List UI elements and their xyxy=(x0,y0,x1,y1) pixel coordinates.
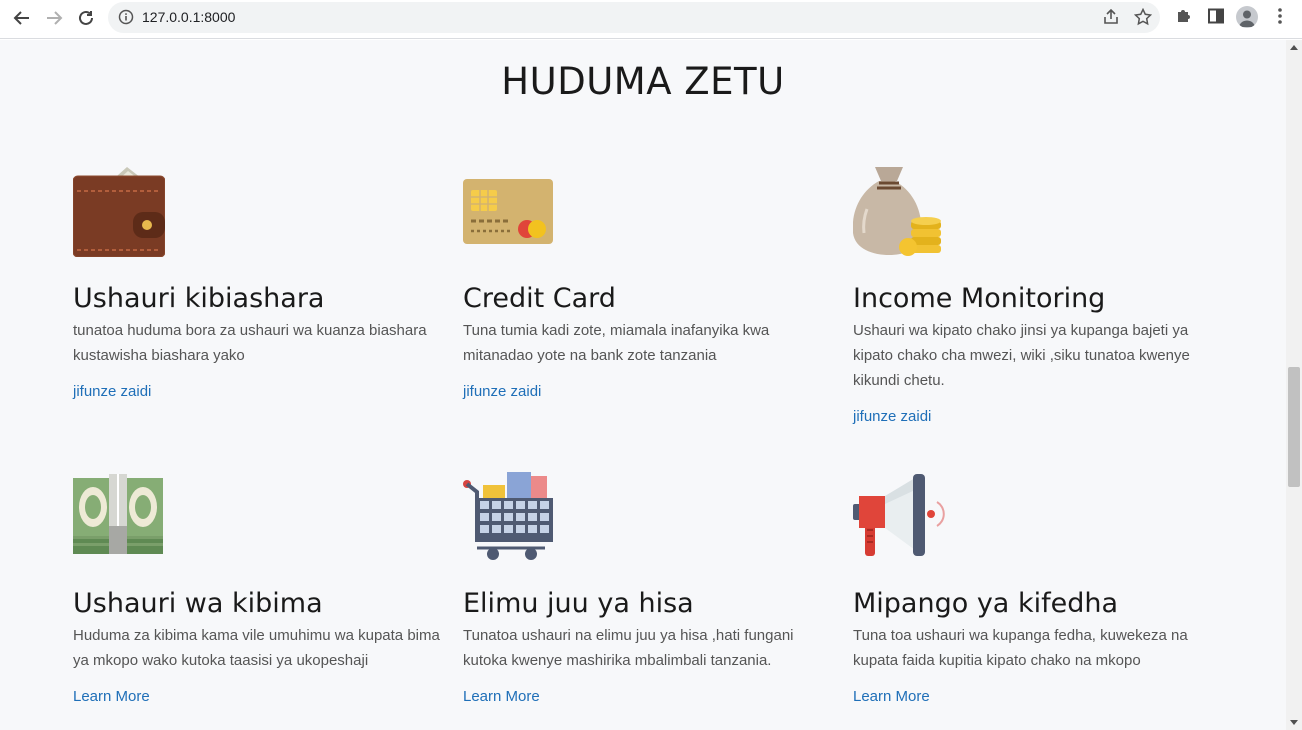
page-content: HUDUMA ZETU Ushauri kibiashara tunatoa h… xyxy=(0,40,1286,730)
arrow-left-icon xyxy=(13,11,29,25)
service-card: Credit Card Tuna tumia kadi zote, miamal… xyxy=(463,165,833,401)
service-description: Huduma za kibima kama vile umuhimu wa ku… xyxy=(73,627,440,669)
scroll-up-icon[interactable] xyxy=(1290,45,1298,50)
service-title: Ushauri kibiashara xyxy=(73,283,325,314)
page-scrollbar[interactable] xyxy=(1286,40,1302,730)
service-card: Elimu juu ya hisa Tunatoa ushauri na eli… xyxy=(463,470,833,706)
reload-icon xyxy=(79,10,93,25)
star-icon[interactable] xyxy=(1133,7,1153,31)
service-description: Ushauri wa kipato chako jinsi ya kupanga… xyxy=(853,322,1190,389)
profile-avatar-icon[interactable] xyxy=(1236,6,1258,28)
service-title: Ushauri wa kibima xyxy=(73,588,323,619)
service-title: Mipango ya kifedha xyxy=(853,588,1118,619)
service-description: Tuna toa ushauri wa kupanga fedha, kuwek… xyxy=(853,627,1188,669)
service-card: Income Monitoring Ushauri wa kipato chak… xyxy=(853,165,1223,426)
service-description: Tunatoa ushauri na elimu juu ya hisa ,ha… xyxy=(463,627,794,669)
learn-more-link[interactable]: jifunze zaidi xyxy=(463,383,541,400)
shopping-cart-icon xyxy=(463,472,553,560)
address-bar[interactable]: 127.0.0.1:8000 xyxy=(108,2,1160,33)
side-panel-icon[interactable] xyxy=(1206,6,1226,31)
reload-button[interactable] xyxy=(74,6,98,30)
learn-more-link[interactable]: jifunze zaidi xyxy=(73,383,151,400)
back-button[interactable] xyxy=(10,6,34,30)
service-card: Ushauri wa kibima Huduma za kibima kama … xyxy=(73,470,443,706)
service-title: Credit Card xyxy=(463,283,616,314)
service-card: Mipango ya kifedha Tuna toa ushauri wa k… xyxy=(853,470,1223,706)
scroll-down-icon[interactable] xyxy=(1290,720,1298,725)
service-title: Income Monitoring xyxy=(853,283,1106,314)
megaphone-icon xyxy=(853,474,945,556)
credit-card-icon xyxy=(463,179,553,244)
service-description: Tuna tumia kadi zote, miamala inafanyika… xyxy=(463,322,770,364)
learn-more-link[interactable]: Learn More xyxy=(463,688,540,705)
browser-toolbar: 127.0.0.1:8000 xyxy=(0,0,1302,39)
url-text[interactable]: 127.0.0.1:8000 xyxy=(142,9,235,25)
scrollbar-thumb[interactable] xyxy=(1288,367,1300,487)
kebab-menu-icon[interactable] xyxy=(1272,6,1288,31)
service-card: Ushauri kibiashara tunatoa huduma bora z… xyxy=(73,165,443,401)
arrow-right-icon xyxy=(47,11,63,25)
learn-more-link[interactable]: jifunze zaidi xyxy=(853,408,931,425)
learn-more-link[interactable]: Learn More xyxy=(73,688,150,705)
share-icon[interactable] xyxy=(1102,8,1120,31)
wallet-icon xyxy=(73,167,165,257)
puzzle-icon[interactable] xyxy=(1174,6,1194,31)
forward-button[interactable] xyxy=(42,6,66,30)
money-bag-icon xyxy=(853,167,941,256)
section-title: HUDUMA ZETU xyxy=(501,60,785,103)
banknote-icon xyxy=(73,474,163,554)
info-icon[interactable] xyxy=(118,9,134,30)
service-description: tunatoa huduma bora za ushauri wa kuanza… xyxy=(73,322,427,364)
service-title: Elimu juu ya hisa xyxy=(463,588,694,619)
learn-more-link[interactable]: Learn More xyxy=(853,688,930,705)
